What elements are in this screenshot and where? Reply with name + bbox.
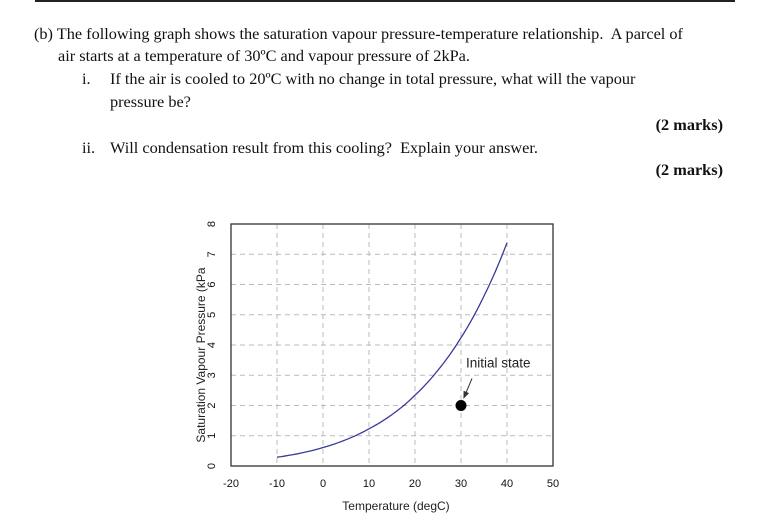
initial-state-point [455, 400, 467, 411]
grid-lines [231, 224, 553, 466]
vapour-pressure-chart: -20 -10 0 10 20 30 40 50 012345678 Initial stat… [194, 221, 559, 513]
x-tick-label: 30 [455, 478, 467, 490]
x-tick-label: 40 [501, 478, 513, 490]
x-tick-label: 10 [363, 478, 375, 490]
x-tick-label: 20 [409, 478, 421, 490]
y-tick-label: 8 [206, 221, 218, 227]
y-tick-label: 0 [206, 463, 218, 469]
x-tick-label: 50 [547, 478, 559, 490]
saturation-curve [276, 242, 508, 458]
y-tick-label: 7 [206, 251, 218, 257]
x-tick-label: -10 [269, 478, 285, 490]
initial-state-label: Initial state [466, 356, 531, 371]
x-tick-label: 0 [320, 478, 326, 490]
y-axis-label: Saturation Vapour Pressure (kPa [194, 267, 208, 443]
arrow-head-icon [463, 390, 470, 399]
x-tick-labels: -20 -10 0 10 20 30 40 50 [223, 478, 559, 490]
x-axis-label: Temperature (degC) [342, 499, 449, 513]
x-tick-label: -20 [223, 478, 239, 490]
